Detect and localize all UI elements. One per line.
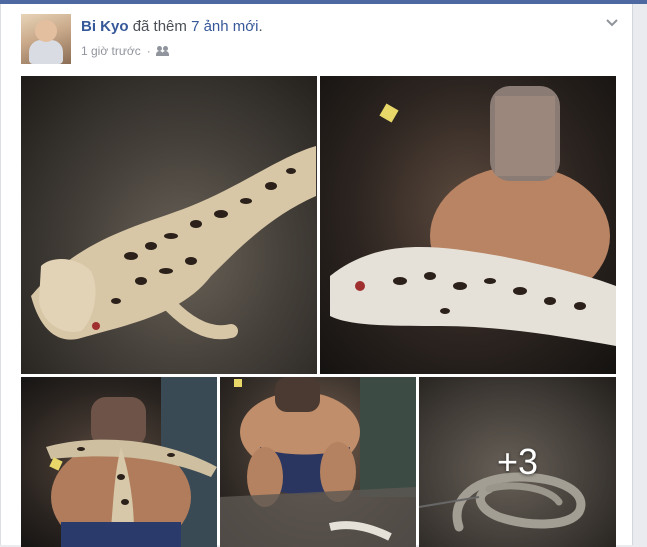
post-meta: 1 giờ trước · [81, 44, 171, 58]
post-timestamp[interactable]: 1 giờ trước [81, 44, 141, 58]
leopard-cat-photo [31, 146, 316, 340]
post-photo-3[interactable] [21, 377, 217, 547]
post-headline: Bi Kyo đã thêm 7 ảnh mới. [81, 18, 263, 35]
headline-period: . [258, 18, 263, 35]
author-name-link[interactable]: Bi Kyo [81, 18, 129, 35]
meta-separator: · [146, 44, 151, 58]
avatar-body [29, 40, 63, 64]
avatar-face [35, 20, 57, 42]
post-photo-4[interactable] [220, 377, 416, 547]
post-action-text: đã thêm [132, 18, 187, 35]
man-holding-cat-closeup-photo [46, 377, 217, 547]
post-photo-2[interactable] [320, 76, 616, 374]
man-holding-cat-photo [330, 86, 616, 346]
feed-post: Bi Kyo đã thêm 7 ảnh mới. 1 giờ trước · [0, 4, 633, 547]
post-photo-5-more[interactable]: +3 [419, 377, 616, 547]
post-photo-1[interactable] [21, 76, 317, 374]
photo-count-link[interactable]: 7 ảnh mới [191, 18, 258, 35]
friends-icon[interactable] [155, 46, 171, 56]
man-squatting-photo [220, 377, 416, 547]
author-avatar[interactable] [21, 14, 71, 64]
more-photos-count[interactable]: +3 [419, 377, 616, 547]
chevron-down-icon[interactable] [605, 16, 619, 30]
